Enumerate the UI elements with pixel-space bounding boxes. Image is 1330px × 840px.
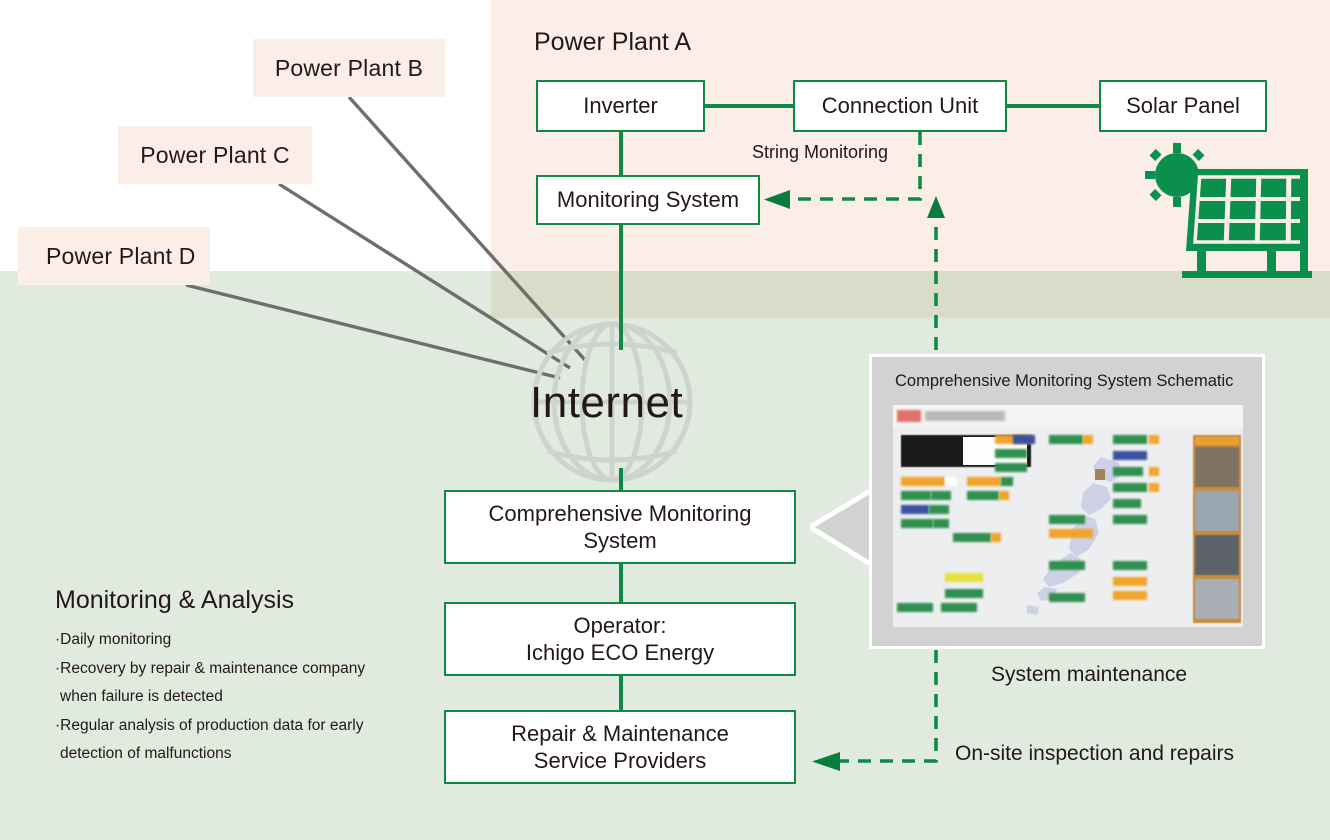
node-connection-unit[interactable]: Connection Unit (793, 80, 1007, 132)
node-label: Operator: Ichigo ECO Energy (525, 612, 715, 665)
screenshot-status-card (1013, 435, 1035, 444)
screenshot-status-card (1113, 467, 1143, 476)
screenshot-status-card (1149, 435, 1159, 444)
plant-tag-label: Power Plant B (274, 54, 424, 81)
screenshot-status-card (1113, 577, 1147, 586)
screenshot-status-card (1113, 515, 1147, 524)
screenshot-status-card (901, 505, 929, 514)
screenshot-photo-column (1193, 435, 1241, 623)
screenshot-status-card (945, 589, 983, 598)
monitoring-analysis-title: Monitoring & Analysis (55, 586, 295, 614)
screenshot-status-card (1149, 483, 1159, 492)
diagram-canvas: Power Plant B Power Plant C Power Plant … (0, 0, 1330, 840)
screenshot-photo (1195, 579, 1239, 619)
callout-pointer (810, 490, 872, 565)
screenshot-status-card (967, 477, 1001, 486)
label-string-monitoring: String Monitoring (752, 142, 889, 162)
node-repair-maintenance-providers[interactable]: Repair & Maintenance Service Providers (444, 710, 796, 784)
screenshot-status-card (1049, 593, 1085, 602)
screenshot-status-card (991, 533, 1001, 542)
plant-tag-label: Power Plant D (46, 242, 196, 269)
screenshot-status-card (1083, 435, 1093, 444)
screenshot-status-card (933, 519, 949, 528)
screenshot-status-card (901, 519, 933, 528)
monitoring-analysis-bullet: ·Regular analysis of production data for… (55, 716, 364, 734)
screenshot-status-card (897, 603, 933, 612)
screenshot-status-card (1113, 561, 1147, 570)
screenshot-status-card (995, 463, 1027, 472)
label-on-site-inspection: On-site inspection and repairs (955, 742, 1234, 765)
screenshot-status-card (1113, 483, 1147, 492)
screenshot-status-card (1149, 467, 1159, 476)
node-label: Monitoring System (556, 187, 740, 213)
plant-tag-power-plant-b[interactable]: Power Plant B (253, 39, 445, 97)
node-operator[interactable]: Operator: Ichigo ECO Energy (444, 602, 796, 676)
node-comprehensive-monitoring-system[interactable]: Comprehensive Monitoring System (444, 490, 796, 564)
screenshot-status-card (953, 533, 991, 542)
screenshot-status-card (901, 477, 945, 486)
node-label: Repair & Maintenance Service Providers (511, 720, 729, 773)
plant-tag-power-plant-d[interactable]: Power Plant D (18, 227, 210, 285)
schematic-screenshot[interactable] (893, 405, 1243, 627)
node-solar-panel[interactable]: Solar Panel (1099, 80, 1267, 132)
label-internet: Internet (530, 378, 684, 427)
node-inverter[interactable]: Inverter (536, 80, 705, 132)
screenshot-status-card (1049, 561, 1085, 570)
monitoring-analysis-bullet: ·Daily monitoring (55, 631, 172, 648)
plant-tag-power-plant-c[interactable]: Power Plant C (118, 126, 312, 184)
screenshot-status-card (1049, 515, 1085, 524)
node-label: Connection Unit (821, 93, 979, 119)
node-label: Solar Panel (1126, 93, 1240, 119)
screenshot-status-card (999, 491, 1009, 500)
screenshot-logo (897, 410, 921, 422)
screenshot-status-card (1001, 477, 1013, 486)
screenshot-status-card (1049, 435, 1083, 444)
monitoring-analysis-bullet-continuation: detection of malfunctions (60, 745, 232, 762)
node-label: Comprehensive Monitoring System (488, 500, 752, 553)
screenshot-status-card (967, 491, 999, 500)
solar-panel-icon (1145, 143, 1312, 278)
screenshot-status-card (941, 603, 977, 612)
screenshot-status-card (1113, 451, 1147, 460)
screenshot-status-card (931, 491, 951, 500)
plant-tag-label: Power Plant C (140, 141, 290, 168)
screenshot-status-card (1113, 591, 1147, 600)
screenshot-header-text (925, 411, 1005, 421)
screenshot-status-card (995, 449, 1027, 458)
section-title-power-plant-a: Power Plant A (534, 28, 692, 56)
screenshot-photo-header (1195, 437, 1239, 445)
screenshot-status-card (945, 573, 983, 582)
monitoring-analysis-bullet-continuation: when failure is detected (60, 688, 223, 705)
screenshot-status-card (929, 505, 949, 514)
screenshot-status-card (945, 477, 957, 486)
screenshot-status-card (1049, 529, 1093, 538)
monitoring-analysis-bullet: ·Recovery by repair & maintenance compan… (55, 659, 366, 677)
node-label: Inverter (583, 93, 658, 119)
screenshot-photo (1195, 535, 1239, 575)
screenshot-status-card (1113, 435, 1147, 444)
monitoring-analysis-block: Monitoring & Analysis ·Daily monitoring … (55, 586, 415, 775)
screenshot-photo (1195, 447, 1239, 487)
label-system-maintenance: System maintenance (991, 663, 1188, 686)
screenshot-status-card (1113, 499, 1141, 508)
node-monitoring-system[interactable]: Monitoring System (536, 175, 760, 225)
screenshot-photo (1195, 491, 1239, 531)
screenshot-status-card (901, 491, 931, 500)
schematic-caption: Comprehensive Monitoring System Schemati… (895, 372, 1234, 390)
